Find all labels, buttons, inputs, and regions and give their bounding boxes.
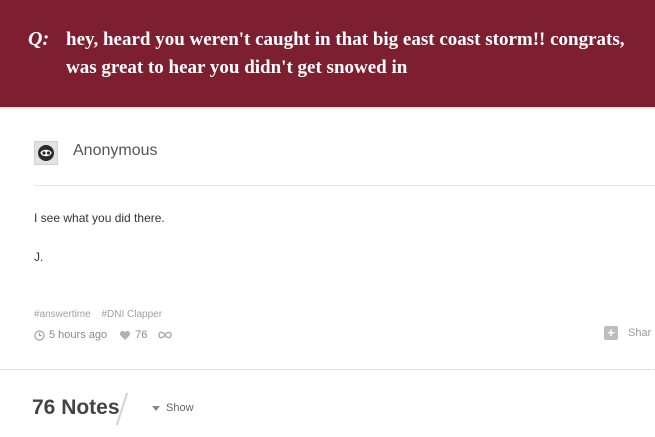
avatar[interactable] [34, 141, 58, 165]
divider [34, 185, 655, 186]
like-count: 76 [135, 329, 148, 341]
clock-icon [34, 329, 45, 341]
asker-name[interactable]: Anonymous [73, 142, 158, 160]
notes-count: 76 Notes [32, 396, 120, 419]
question-label: Q: [28, 28, 50, 50]
dotted-divider [0, 369, 655, 370]
tag-link[interactable]: #answertime [34, 309, 91, 320]
question-text: hey, heard you weren't caught in that bi… [66, 29, 625, 78]
answer-paragraph: I see what you did there. [34, 211, 165, 225]
post-time[interactable]: 5 hours ago [49, 329, 107, 341]
question-banner: Q: hey, heard you weren't caught in that… [0, 0, 655, 107]
tag-link[interactable]: #DNI Clapper [101, 309, 162, 320]
banner-shadow [0, 107, 655, 110]
plus-icon: + [604, 326, 618, 340]
post-meta: 5 hours ago 76 [34, 329, 173, 341]
heart-icon[interactable] [119, 330, 131, 341]
reblog-loop-icon[interactable] [157, 330, 173, 340]
share-button[interactable]: + Shar [604, 326, 651, 340]
caret-down-icon[interactable] [152, 406, 160, 411]
anonymous-avatar-icon [38, 145, 54, 161]
tag-list: #answertime #DNI Clapper [34, 309, 170, 320]
show-notes-toggle[interactable]: Show [166, 402, 194, 414]
answer-signature: J. [34, 250, 44, 264]
share-label: Shar [628, 327, 652, 339]
